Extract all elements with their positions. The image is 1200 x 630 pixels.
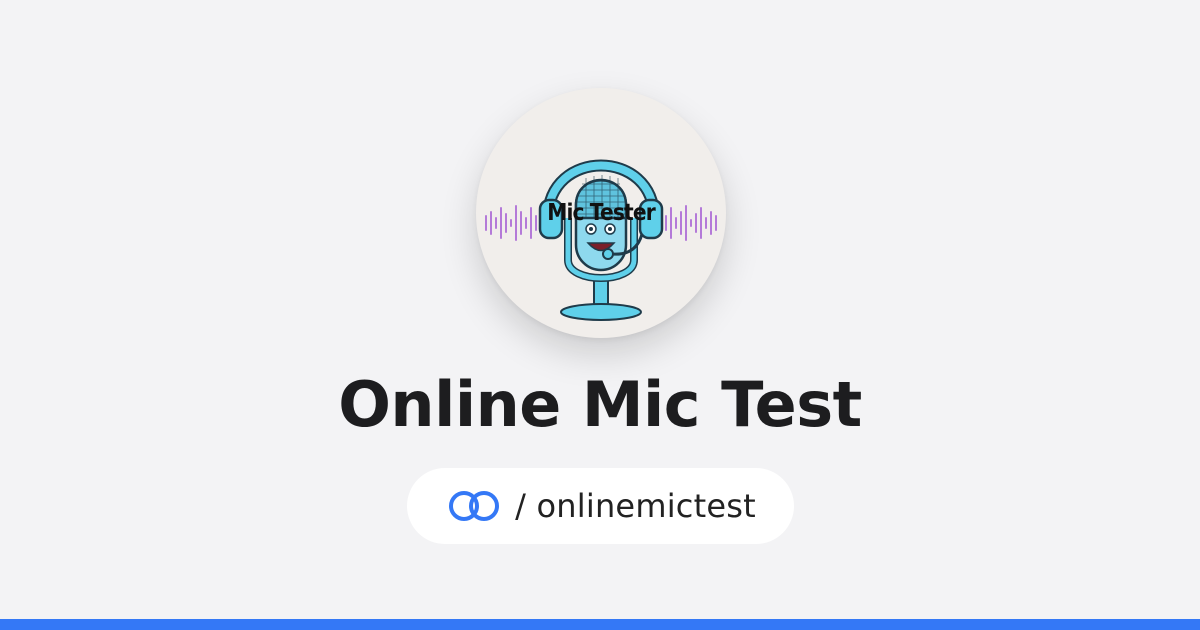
profile-avatar: Mic Tester [476,88,726,338]
logo-title: Mic Tester [547,200,655,226]
accent-bar [0,619,1200,630]
page-title: Online Mic Test [338,368,862,441]
profile-link-pill[interactable]: / onlinemictest [407,468,794,544]
link-icon [449,491,500,521]
profile-handle: / onlinemictest [515,487,756,525]
